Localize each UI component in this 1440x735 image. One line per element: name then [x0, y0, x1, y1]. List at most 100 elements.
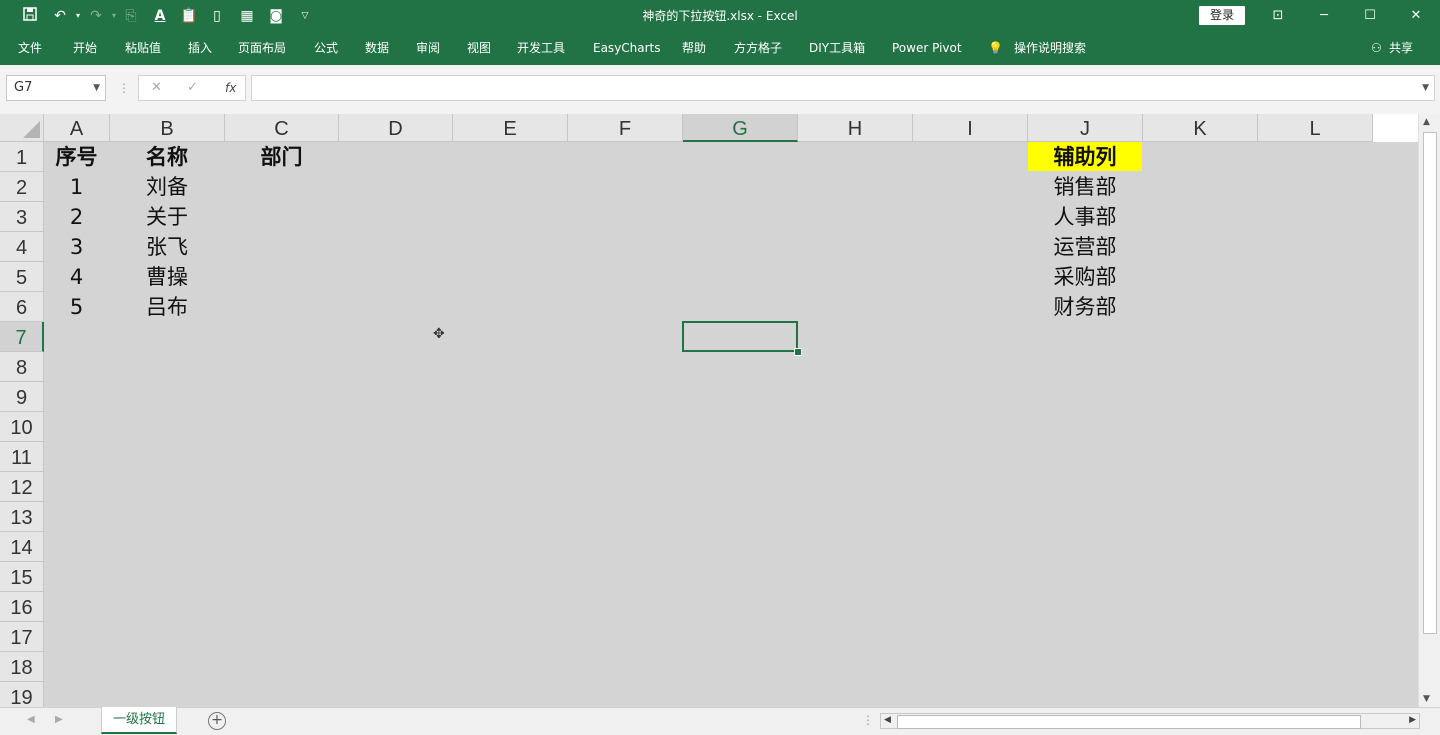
row-header-9[interactable]: 9: [0, 382, 44, 412]
row-header-4[interactable]: 4: [0, 232, 44, 262]
scroll-up-icon[interactable]: ▲: [1423, 117, 1430, 127]
tab-diy-toolbox[interactable]: DIY工具箱: [809, 32, 865, 65]
column-header-f[interactable]: F: [568, 114, 683, 142]
cell-b5[interactable]: 曹操: [110, 262, 224, 291]
row-header-17[interactable]: 17: [0, 622, 44, 652]
table-icon[interactable]: ▦: [237, 6, 257, 26]
column-header-i[interactable]: I: [913, 114, 1028, 142]
tab-help[interactable]: 帮助: [682, 32, 706, 65]
enter-icon[interactable]: ✓: [187, 76, 198, 100]
row-header-1[interactable]: 1: [0, 142, 44, 172]
cell-j4[interactable]: 运营部: [1028, 232, 1142, 261]
name-box[interactable]: G7 ▼: [6, 75, 106, 101]
scroll-right-icon[interactable]: ▶: [1409, 715, 1416, 725]
sheet-nav-prev-icon[interactable]: ◀: [27, 714, 35, 725]
tab-developer[interactable]: 开发工具: [517, 32, 565, 65]
ribbon-display-icon[interactable]: ⊡: [1255, 0, 1301, 32]
chevron-down-icon[interactable]: ▼: [93, 76, 100, 100]
horizontal-scroll-thumb[interactable]: [897, 715, 1361, 729]
column-header-d[interactable]: D: [339, 114, 453, 142]
column-header-h[interactable]: H: [798, 114, 913, 142]
cell-j5[interactable]: 采购部: [1028, 262, 1142, 291]
tab-splitter-icon[interactable]: ⋮: [862, 713, 874, 727]
tab-data[interactable]: 数据: [365, 32, 389, 65]
column-header-c[interactable]: C: [225, 114, 339, 142]
row-header-18[interactable]: 18: [0, 652, 44, 682]
add-sheet-icon[interactable]: +: [208, 712, 226, 730]
tab-paste-values[interactable]: 粘贴值: [125, 32, 161, 65]
share-button[interactable]: 共享: [1389, 32, 1413, 65]
cell-b6[interactable]: 吕布: [110, 292, 224, 321]
undo-dropdown-icon[interactable]: ▾: [68, 6, 88, 26]
tab-insert[interactable]: 插入: [188, 32, 212, 65]
tab-formulas[interactable]: 公式: [314, 32, 338, 65]
row-header-15[interactable]: 15: [0, 562, 44, 592]
row-header-16[interactable]: 16: [0, 592, 44, 622]
column-header-k[interactable]: K: [1143, 114, 1258, 142]
row-header-2[interactable]: 2: [0, 172, 44, 202]
cell-c1[interactable]: 部门: [225, 142, 338, 171]
tab-file[interactable]: 文件: [18, 32, 42, 65]
close-icon[interactable]: ✕: [1393, 0, 1439, 32]
expand-formula-icon[interactable]: ▼: [1422, 76, 1429, 100]
row-header-14[interactable]: 14: [0, 532, 44, 562]
column-header-j[interactable]: J: [1028, 114, 1143, 142]
save-icon[interactable]: [20, 6, 40, 26]
row-header-10[interactable]: 10: [0, 412, 44, 442]
cell-b2[interactable]: 刘备: [110, 172, 224, 201]
share-icon[interactable]: ⚇: [1371, 32, 1382, 65]
cell-a1[interactable]: 序号: [44, 142, 109, 171]
cell-j3[interactable]: 人事部: [1028, 202, 1142, 231]
format-painter-icon[interactable]: ⎘: [121, 6, 141, 26]
page-icon[interactable]: ▯: [207, 6, 227, 26]
column-header-g[interactable]: G: [683, 114, 798, 142]
cell-a3[interactable]: 2: [44, 202, 109, 231]
redo-icon[interactable]: ↷: [86, 6, 106, 26]
column-header-b[interactable]: B: [110, 114, 225, 142]
insert-function-button[interactable]: fx: [225, 76, 236, 100]
tab-page-layout[interactable]: 页面布局: [238, 32, 286, 65]
fill-handle[interactable]: [794, 348, 802, 356]
column-header-e[interactable]: E: [453, 114, 568, 142]
cancel-icon[interactable]: ✕: [151, 76, 162, 100]
cell-j2[interactable]: 销售部: [1028, 172, 1142, 201]
undo-icon[interactable]: ↶: [50, 6, 70, 26]
cell-b3[interactable]: 关于: [110, 202, 224, 231]
row-header-11[interactable]: 11: [0, 442, 44, 472]
vertical-scroll-thumb[interactable]: [1423, 132, 1437, 634]
tab-power-pivot[interactable]: Power Pivot: [892, 32, 962, 65]
cell-b1[interactable]: 名称: [110, 142, 224, 171]
vertical-scrollbar[interactable]: ▲ ▼: [1418, 114, 1440, 707]
camera-icon[interactable]: ◙: [266, 6, 286, 26]
tab-review[interactable]: 审阅: [416, 32, 440, 65]
customize-dropdown-icon[interactable]: ▽: [295, 6, 315, 26]
scroll-left-icon[interactable]: ◀: [884, 715, 891, 725]
cell-a5[interactable]: 4: [44, 262, 109, 291]
sheet-tab[interactable]: 一级按钮: [101, 707, 177, 734]
formula-input[interactable]: ▼: [251, 75, 1435, 101]
active-cell-border[interactable]: [682, 321, 798, 352]
font-color-icon[interactable]: A: [150, 6, 170, 26]
cell-j6[interactable]: 财务部: [1028, 292, 1142, 321]
row-header-19[interactable]: 19: [0, 682, 44, 707]
select-all-button[interactable]: [0, 114, 44, 142]
tab-fangfang[interactable]: 方方格子: [734, 32, 782, 65]
paste-icon[interactable]: 📋: [179, 6, 199, 26]
scroll-down-icon[interactable]: ▼: [1423, 694, 1430, 704]
tab-home[interactable]: 开始: [73, 32, 97, 65]
row-header-8[interactable]: 8: [0, 352, 44, 382]
row-header-12[interactable]: 12: [0, 472, 44, 502]
row-header-7[interactable]: 7: [0, 322, 44, 352]
column-header-a[interactable]: A: [44, 114, 110, 142]
login-button[interactable]: 登录: [1199, 6, 1245, 25]
cell-j1[interactable]: 辅助列: [1028, 142, 1142, 171]
tab-easycharts[interactable]: EasyCharts: [593, 32, 661, 65]
maximize-icon[interactable]: ☐: [1347, 0, 1393, 32]
tell-me-search[interactable]: 操作说明搜索: [1014, 32, 1086, 65]
tab-view[interactable]: 视图: [467, 32, 491, 65]
row-header-13[interactable]: 13: [0, 502, 44, 532]
sheet-nav-next-icon[interactable]: ▶: [55, 714, 63, 725]
horizontal-scrollbar[interactable]: ◀ ▶: [880, 713, 1420, 729]
cell-grid[interactable]: 序号 名称 部门 辅助列 1 刘备 销售部 2 关于 人事部 3 张飞 运营部 4 曹操 采购部 5 吕布 财务部 ✥: [44, 142, 1418, 707]
cell-a4[interactable]: 3: [44, 232, 109, 261]
